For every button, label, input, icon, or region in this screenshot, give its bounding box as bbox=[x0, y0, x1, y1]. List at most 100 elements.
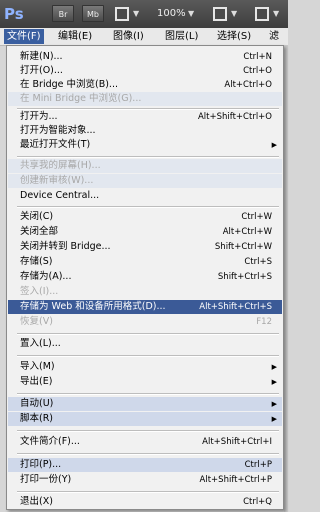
submenu-arrow-icon: ▶ bbox=[271, 415, 277, 423]
chevron-down-icon[interactable]: ▼ bbox=[133, 9, 139, 18]
menu-item-checkin: 签入(I)... bbox=[8, 285, 282, 299]
menu-item-label: 导出(E) bbox=[20, 376, 53, 387]
menu-item-label: 关闭全部 bbox=[20, 226, 59, 237]
menu-item-label: 置入(L)... bbox=[20, 338, 61, 349]
menu-edit[interactable]: 编辑(E) bbox=[55, 29, 95, 44]
menu-item-import[interactable]: 导入(M) ▶ bbox=[8, 360, 282, 374]
menu-item-place[interactable]: 置入(L)... bbox=[8, 337, 282, 351]
menu-item-open[interactable]: 打开(O)... Ctrl+O bbox=[8, 64, 282, 78]
menu-item-print[interactable]: 打印(P)... Ctrl+P bbox=[8, 458, 282, 472]
mini-bridge-button[interactable]: Mb bbox=[82, 5, 104, 22]
bridge-button[interactable]: Br bbox=[52, 5, 74, 22]
menu-item-automate[interactable]: 自动(U) ▶ bbox=[8, 397, 282, 411]
submenu-arrow-icon: ▶ bbox=[271, 141, 277, 149]
chevron-down-icon[interactable]: ▼ bbox=[231, 9, 237, 18]
menu-item-label: 打开(O)... bbox=[20, 65, 63, 76]
menu-item-label: 创建新审核(W)... bbox=[20, 175, 94, 186]
menu-item-label: 新建(N)... bbox=[20, 51, 63, 62]
shortcut-label: Alt+Shift+Ctrl+S bbox=[199, 302, 272, 312]
menu-item-label: 自动(U) bbox=[20, 398, 54, 409]
menu-separator bbox=[17, 333, 279, 335]
menu-filter[interactable]: 滤镜 bbox=[266, 29, 288, 57]
shortcut-label: Alt+Ctrl+O bbox=[224, 80, 272, 90]
menu-item-label: 最近打开文件(T) bbox=[20, 139, 91, 150]
menu-separator bbox=[17, 430, 279, 432]
submenu-arrow-icon: ▶ bbox=[271, 378, 277, 386]
menu-item-label: 关闭(C) bbox=[20, 211, 54, 222]
menu-file[interactable]: 文件(F) bbox=[4, 29, 44, 44]
application-bar: Ps Br Mb ▼ 100% ▼ ▼ ▼ bbox=[0, 0, 288, 29]
shortcut-label: Ctrl+S bbox=[244, 257, 272, 267]
menu-image[interactable]: 图像(I) bbox=[110, 29, 147, 44]
menu-item-open-smart-object[interactable]: 打开为智能对象... bbox=[8, 124, 282, 138]
menu-item-label: 退出(X) bbox=[20, 496, 53, 507]
file-menu-dropdown: 新建(N)... Ctrl+N 打开(O)... Ctrl+O 在 Bridge… bbox=[6, 45, 284, 510]
chevron-down-icon[interactable]: ▼ bbox=[273, 9, 279, 18]
menu-item-label: 打开为智能对象... bbox=[20, 125, 96, 136]
menu-item-revert: 恢复(V) F12 bbox=[8, 315, 282, 329]
menu-item-label: Device Central... bbox=[20, 190, 100, 201]
menu-item-new-review: 创建新审核(W)... bbox=[8, 174, 282, 188]
shortcut-label: F12 bbox=[256, 317, 272, 327]
menu-item-export[interactable]: 导出(E) ▶ bbox=[8, 375, 282, 389]
menu-item-scripts[interactable]: 脚本(R) ▶ bbox=[8, 412, 282, 426]
shortcut-label: Ctrl+O bbox=[243, 66, 272, 76]
menu-item-close-all[interactable]: 关闭全部 Alt+Ctrl+W bbox=[8, 225, 282, 239]
menu-item-label: 存储(S) bbox=[20, 256, 53, 267]
menu-item-file-info[interactable]: 文件简介(F)... Alt+Shift+Ctrl+I bbox=[8, 435, 282, 449]
menu-item-exit[interactable]: 退出(X) Ctrl+Q bbox=[8, 495, 282, 509]
view-extras-icon[interactable] bbox=[115, 7, 129, 21]
shortcut-label: Alt+Shift+Ctrl+P bbox=[199, 475, 272, 485]
menu-select[interactable]: 选择(S) bbox=[214, 29, 254, 44]
screen-mode-icon[interactable] bbox=[255, 7, 269, 21]
menu-item-close-go-bridge[interactable]: 关闭并转到 Bridge... Shift+Ctrl+W bbox=[8, 240, 282, 254]
arrange-documents-icon[interactable] bbox=[213, 7, 227, 21]
menu-item-browse-bridge[interactable]: 在 Bridge 中浏览(B)... Alt+Ctrl+O bbox=[8, 78, 282, 92]
submenu-arrow-icon: ▶ bbox=[271, 363, 277, 371]
shortcut-label: Alt+Shift+Ctrl+I bbox=[202, 437, 272, 447]
shortcut-label: Shift+Ctrl+S bbox=[217, 272, 272, 282]
menu-layer[interactable]: 图层(L) bbox=[162, 29, 201, 44]
menu-separator bbox=[17, 453, 279, 455]
shortcut-label: Ctrl+N bbox=[243, 52, 272, 62]
background-strip bbox=[284, 45, 288, 512]
zoom-level[interactable]: 100% bbox=[157, 8, 186, 19]
menu-item-browse-minibridge: 在 Mini Bridge 中浏览(G)... bbox=[8, 92, 282, 106]
menu-item-device-central[interactable]: Device Central... bbox=[8, 189, 282, 203]
menu-separator bbox=[17, 393, 279, 395]
menu-separator bbox=[17, 156, 279, 158]
photoshop-logo: Ps bbox=[4, 5, 24, 23]
menu-item-label: 存储为 Web 和设备所用格式(D)... bbox=[20, 301, 166, 312]
menu-separator bbox=[17, 355, 279, 357]
shortcut-label: Ctrl+W bbox=[241, 212, 272, 222]
menu-item-open-as[interactable]: 打开为... Alt+Shift+Ctrl+O bbox=[8, 110, 282, 124]
menu-item-label: 导入(M) bbox=[20, 361, 55, 372]
menu-item-print-one-copy[interactable]: 打印一份(Y) Alt+Shift+Ctrl+P bbox=[8, 473, 282, 487]
menu-item-label: 脚本(R) bbox=[20, 413, 54, 424]
menu-item-label: 签入(I)... bbox=[20, 286, 59, 297]
menu-item-save[interactable]: 存储(S) Ctrl+S bbox=[8, 255, 282, 269]
menu-item-label: 关闭并转到 Bridge... bbox=[20, 241, 111, 252]
menu-item-label: 在 Bridge 中浏览(B)... bbox=[20, 79, 118, 90]
menu-item-new[interactable]: 新建(N)... Ctrl+N bbox=[8, 50, 282, 64]
chevron-down-icon[interactable]: ▼ bbox=[188, 9, 194, 18]
menu-item-recent-files[interactable]: 最近打开文件(T) ▶ bbox=[8, 138, 282, 152]
menu-item-save-as[interactable]: 存储为(A)... Shift+Ctrl+S bbox=[8, 270, 282, 284]
menu-item-label: 打印(P)... bbox=[20, 459, 62, 470]
shortcut-label: Shift+Ctrl+W bbox=[214, 242, 272, 252]
menu-item-label: 文件简介(F)... bbox=[20, 436, 80, 447]
menu-item-label: 共享我的屏幕(H)... bbox=[20, 160, 101, 171]
menu-item-save-for-web[interactable]: 存储为 Web 和设备所用格式(D)... Alt+Shift+Ctrl+S bbox=[8, 300, 282, 314]
menu-separator bbox=[17, 206, 279, 208]
menu-item-label: 在 Mini Bridge 中浏览(G)... bbox=[20, 93, 142, 104]
menu-item-label: 存储为(A)... bbox=[20, 271, 72, 282]
menu-separator bbox=[17, 491, 279, 493]
submenu-arrow-icon: ▶ bbox=[271, 400, 277, 408]
shortcut-label: Ctrl+Q bbox=[243, 497, 272, 507]
shortcut-label: Ctrl+P bbox=[244, 460, 272, 470]
shortcut-label: Alt+Shift+Ctrl+O bbox=[197, 112, 272, 122]
menu-item-label: 打开为... bbox=[20, 111, 58, 122]
menu-item-label: 恢复(V) bbox=[20, 316, 53, 327]
menu-bar: 文件(F) 编辑(E) 图像(I) 图层(L) 选择(S) 滤镜 bbox=[0, 28, 288, 57]
menu-item-close[interactable]: 关闭(C) Ctrl+W bbox=[8, 210, 282, 224]
